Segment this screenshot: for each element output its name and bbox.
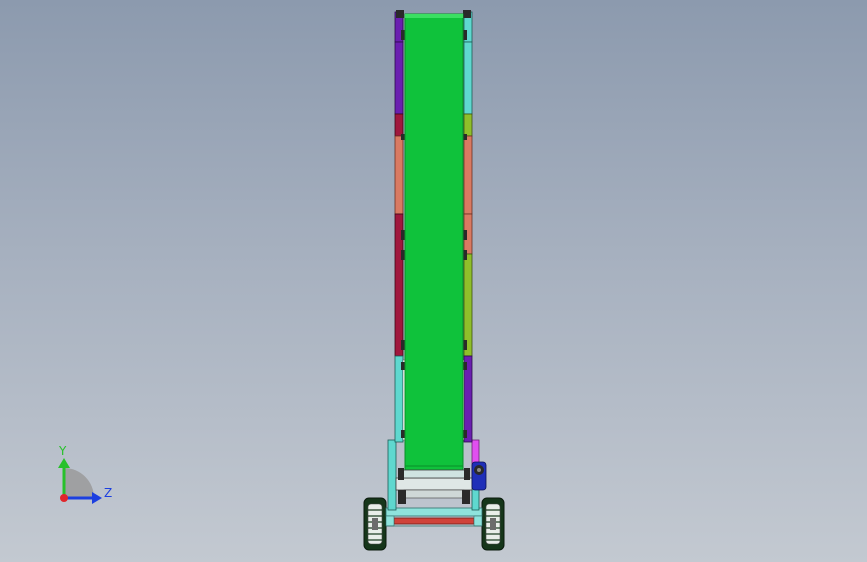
drive-motor[interactable] — [471, 461, 487, 491]
tail-roller[interactable] — [398, 468, 470, 480]
conveyor-belt[interactable] — [404, 13, 464, 473]
left-wheel[interactable] — [363, 497, 387, 551]
triad-quadrant — [64, 468, 94, 498]
z-axis-label: Z — [104, 486, 113, 500]
coordinate-triad — [58, 458, 102, 504]
conveyor-model[interactable] — [0, 0, 867, 562]
right-wheel[interactable] — [481, 497, 505, 551]
base-frame[interactable] — [385, 507, 483, 527]
y-axis-label: Y — [59, 444, 67, 458]
cad-viewport[interactable]: Y Z — [0, 0, 867, 562]
x-axis-dot — [60, 494, 68, 502]
